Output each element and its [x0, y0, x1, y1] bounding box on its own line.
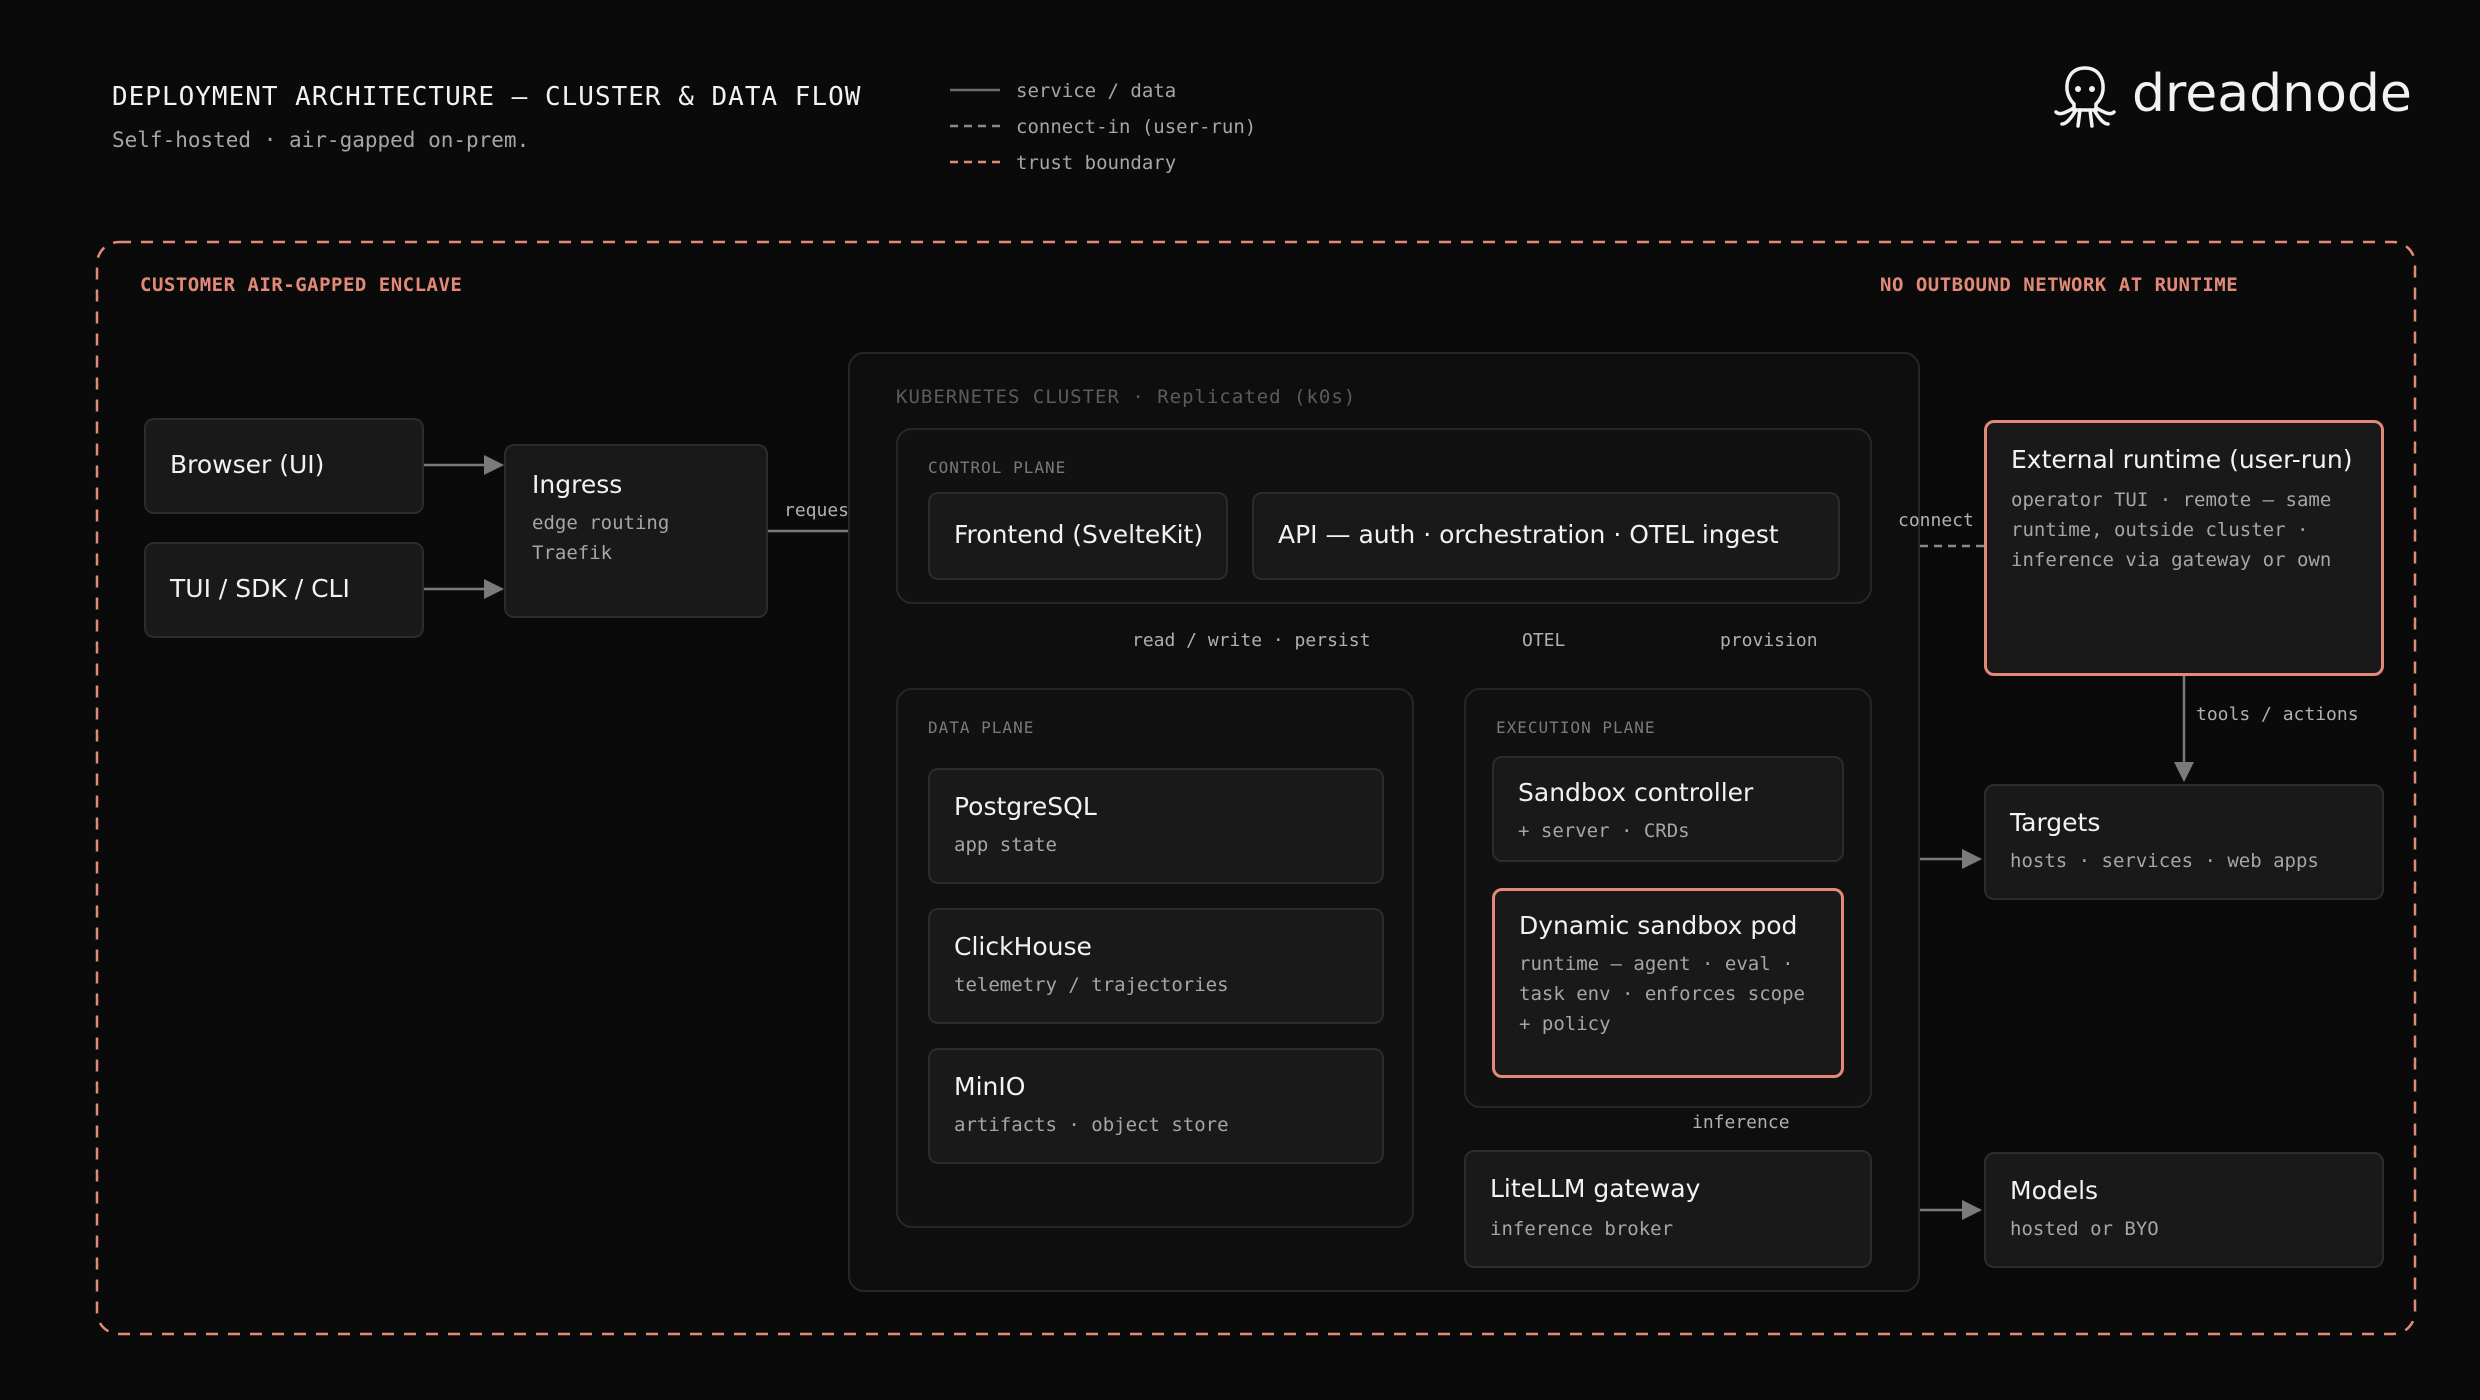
control-plane-label: CONTROL PLANE — [928, 458, 1067, 477]
api-node: API — auth · orchestration · OTEL ingest — [1252, 492, 1840, 580]
clickhouse-node: ClickHouse telemetry / trajectories — [928, 908, 1384, 1024]
edge-label-tools: tools / actions — [2196, 704, 2359, 725]
logo-wordmark: dreadnode — [2132, 64, 2412, 124]
targets-subtitle: hosts · services · web apps — [2010, 850, 2319, 872]
browser-title: Browser (UI) — [170, 450, 325, 479]
models-title: Models — [2010, 1176, 2099, 1205]
enclave-note: NO OUTBOUND NETWORK AT RUNTIME — [1880, 274, 2239, 296]
diagram-canvas: DEPLOYMENT ARCHITECTURE — CLUSTER & DATA… — [0, 0, 2480, 1400]
minio-title: MinIO — [954, 1072, 1026, 1101]
sandbox-pod-subtitle: runtime — agent · eval · task env · enfo… — [1519, 953, 1805, 1035]
minio-subtitle: artifacts · object store — [954, 1114, 1229, 1136]
enclave-label: CUSTOMER AIR-GAPPED ENCLAVE — [140, 274, 463, 296]
litellm-gateway-subtitle: inference broker — [1490, 1218, 1674, 1240]
minio-node: MinIO artifacts · object store — [928, 1048, 1384, 1164]
clickhouse-subtitle: telemetry / trajectories — [954, 974, 1229, 996]
frontend-node: Frontend (SvelteKit) — [928, 492, 1228, 580]
edge-label-read-write: read / write · persist — [1132, 630, 1371, 651]
tui-node: TUI / SDK / CLI — [144, 542, 424, 638]
edge-label-provision: provision — [1720, 630, 1818, 651]
legend-label-connect: connect-in (user-run) — [1016, 116, 1257, 138]
models-node: Models hosted or BYO — [1984, 1152, 2384, 1268]
external-runtime-title: External runtime (user-run) — [2011, 445, 2353, 474]
edge-label-connect: connect — [1898, 510, 1974, 531]
litellm-gateway-node: LiteLLM gateway inference broker — [1464, 1150, 1872, 1268]
legend-label-service: service / data — [1016, 80, 1177, 102]
clickhouse-title: ClickHouse — [954, 932, 1092, 961]
frontend-title: Frontend (SvelteKit) — [954, 520, 1204, 549]
models-subtitle: hosted or BYO — [2010, 1218, 2159, 1240]
targets-node: Targets hosts · services · web apps — [1984, 784, 2384, 900]
external-runtime-node: External runtime (user-run) operator TUI… — [1984, 420, 2384, 676]
browser-node: Browser (UI) — [144, 418, 424, 514]
sandbox-controller-title: Sandbox controller — [1518, 778, 1754, 807]
ingress-subtitle: edge routing Traefik — [532, 512, 670, 564]
ingress-node: Ingress edge routing Traefik — [504, 444, 768, 618]
data-plane-label: DATA PLANE — [928, 718, 1035, 737]
page-subtitle: Self-hosted · air-gapped on-prem. — [112, 128, 530, 152]
tui-title: TUI / SDK / CLI — [170, 574, 350, 603]
sandbox-pod-title: Dynamic sandbox pod — [1519, 911, 1798, 940]
legend-label-boundary: trust boundary — [1016, 152, 1177, 174]
execution-plane-label: EXECUTION PLANE — [1496, 718, 1656, 737]
postgresql-node: PostgreSQL app state — [928, 768, 1384, 884]
postgresql-title: PostgreSQL — [954, 792, 1097, 821]
page-title: DEPLOYMENT ARCHITECTURE — CLUSTER & DATA… — [112, 82, 862, 112]
postgresql-subtitle: app state — [954, 834, 1057, 856]
sandbox-controller-node: Sandbox controller + server · CRDs — [1492, 756, 1844, 862]
octopus-logo-icon — [2052, 62, 2118, 134]
edge-label-inference: inference — [1692, 1112, 1790, 1133]
litellm-gateway-title: LiteLLM gateway — [1490, 1174, 1701, 1203]
sandbox-pod-node: Dynamic sandbox pod runtime — agent · ev… — [1492, 888, 1844, 1078]
cluster-label: KUBERNETES CLUSTER · Replicated (k0s) — [896, 386, 1357, 408]
sandbox-controller-subtitle: + server · CRDs — [1518, 820, 1690, 842]
edge-label-otel: OTEL — [1522, 630, 1566, 651]
ingress-title: Ingress — [532, 470, 623, 499]
targets-title: Targets — [2010, 808, 2101, 837]
external-runtime-subtitle: operator TUI · remote — same runtime, ou… — [2011, 489, 2332, 571]
api-title: API — auth · orchestration · OTEL ingest — [1278, 520, 1779, 549]
